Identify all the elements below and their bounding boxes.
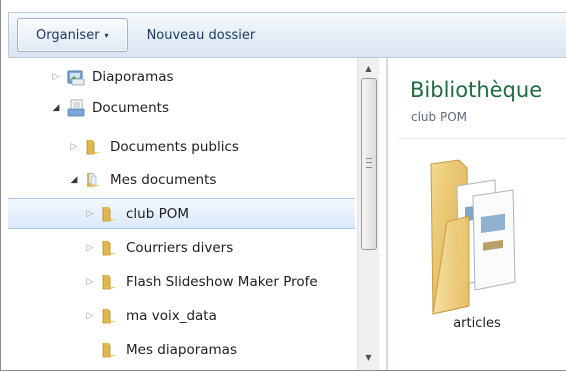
folder-item-articles[interactable]: articles <box>417 156 537 356</box>
tree-item-label: Mes diaporamas <box>126 341 237 358</box>
tree-item-ma-voix-data[interactable]: ▷ ma voix_data <box>8 300 353 331</box>
folder-icon <box>102 274 117 289</box>
library-pictures-icon <box>67 70 85 85</box>
tree-item-label: Courriers divers <box>126 239 234 256</box>
tree-item-courriers-divers[interactable]: ▷ Courriers divers <box>8 232 353 263</box>
tree-item-club-pom[interactable]: ▷ club POM <box>8 198 355 229</box>
tree-item-label: ma voix_data <box>126 307 217 324</box>
expand-arrow-icon[interactable]: ▷ <box>50 72 62 82</box>
library-documents-icon <box>67 99 85 116</box>
tree-item-mes-diaporamas[interactable]: Mes diaporamas <box>8 334 353 365</box>
collapse-arrow-icon[interactable]: ◢ <box>68 175 80 185</box>
tree-item-documents-publics[interactable]: ▷ Documents publics <box>8 131 353 162</box>
folder-icon <box>102 206 117 221</box>
collapse-arrow-icon[interactable]: ◢ <box>50 103 62 113</box>
tree-item-label: Mes documents <box>110 171 217 188</box>
folder-documents-icon <box>87 172 101 187</box>
tree-item-documents[interactable]: ◢ Documents <box>8 92 353 123</box>
tree-item-flash-slideshow-maker[interactable]: ▷ Flash Slideshow Maker Profe <box>8 266 353 297</box>
nav-scrollbar[interactable]: ▲ ▼ <box>357 58 379 370</box>
tree-item-label: Diaporamas <box>92 68 174 85</box>
tree-item-label: Flash Slideshow Maker Profe <box>126 273 318 290</box>
folder-icon <box>86 139 101 154</box>
organize-label: Organiser <box>36 27 100 43</box>
folder-icon <box>102 240 117 255</box>
expand-arrow-icon[interactable]: ▷ <box>84 277 96 287</box>
folder-with-documents-icon <box>430 159 516 315</box>
explorer-window: Organiser ▾ Nouveau dossier ▷ Diaporamas… <box>0 0 566 371</box>
tree-item-label: Documents <box>92 99 169 116</box>
navigation-pane[interactable]: ▷ Diaporamas ◢ Documents ▷ Documents pub… <box>8 58 388 370</box>
new-folder-button[interactable]: Nouveau dossier <box>128 18 275 52</box>
folder-icon <box>102 342 117 357</box>
scroll-up-icon[interactable]: ▲ <box>358 60 379 78</box>
library-subtitle: club POM <box>411 110 468 124</box>
content-pane[interactable]: Bibliothèque club POM articles <box>389 58 566 370</box>
new-folder-label: Nouveau dossier <box>146 27 256 43</box>
tree-item-label: Documents publics <box>110 138 239 155</box>
command-bar: Organiser ▾ Nouveau dossier <box>8 12 566 58</box>
folder-item-label: articles <box>453 316 501 331</box>
library-title: Bibliothèque <box>410 78 543 102</box>
grip-icon <box>366 158 372 168</box>
tree-item-mes-documents[interactable]: ◢ Mes documents <box>8 164 353 195</box>
chevron-down-icon: ▾ <box>104 30 109 40</box>
divider <box>399 138 566 139</box>
expand-arrow-icon[interactable]: ▷ <box>84 209 96 219</box>
tree-item-diaporamas[interactable]: ▷ Diaporamas <box>8 61 353 92</box>
folder-icon <box>102 308 117 323</box>
expand-arrow-icon[interactable]: ▷ <box>84 311 96 321</box>
organize-button[interactable]: Organiser ▾ <box>17 18 128 52</box>
expand-arrow-icon[interactable]: ▷ <box>68 142 80 152</box>
scrollbar-thumb[interactable] <box>361 78 377 250</box>
tree-item-label: club POM <box>126 205 190 222</box>
expand-arrow-icon[interactable]: ▷ <box>84 243 96 253</box>
pane-splitter[interactable] <box>386 58 388 370</box>
scroll-down-icon[interactable]: ▼ <box>358 349 379 367</box>
